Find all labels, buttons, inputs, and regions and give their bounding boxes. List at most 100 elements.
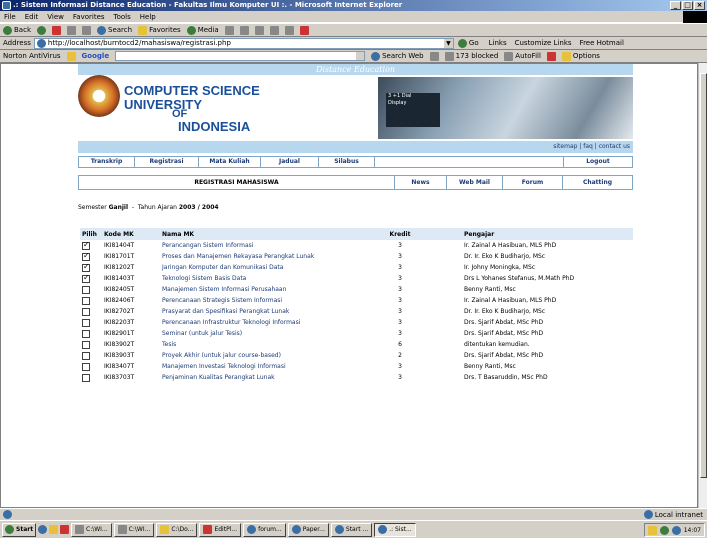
- discuss-icon[interactable]: [284, 25, 294, 35]
- menu-favorites[interactable]: Favorites: [73, 13, 105, 21]
- course-checkbox[interactable]: [82, 329, 90, 338]
- vertical-scrollbar[interactable]: [698, 63, 707, 508]
- mail-icon[interactable]: [239, 25, 249, 35]
- nav-mata-kuliah[interactable]: Mata Kuliah: [199, 157, 261, 167]
- google-logo[interactable]: Google: [82, 52, 110, 60]
- row-checkbox-cell: [80, 339, 102, 350]
- course-checkbox[interactable]: [82, 340, 90, 349]
- task-cmd-1[interactable]: C:\WI...: [71, 522, 112, 537]
- course-checkbox[interactable]: [82, 240, 90, 250]
- back-button[interactable]: Back: [3, 25, 31, 35]
- nav-registrasi[interactable]: Registrasi: [135, 157, 199, 167]
- menu-tools[interactable]: Tools: [114, 13, 131, 21]
- nav-logout[interactable]: Logout: [564, 157, 632, 167]
- security-zone: Local intranet: [643, 510, 703, 519]
- course-checkbox[interactable]: [82, 362, 90, 371]
- course-checkbox[interactable]: [82, 273, 90, 283]
- nav-news[interactable]: News: [395, 176, 447, 189]
- go-button[interactable]: Go: [457, 38, 479, 48]
- address-dropdown-icon[interactable]: ▼: [443, 38, 453, 48]
- media-button[interactable]: Media: [186, 25, 219, 35]
- scrollbar-thumb[interactable]: [700, 73, 707, 478]
- address-bar: Address http://localhost/burntocd2/mahas…: [0, 37, 707, 50]
- table-row: IKI81202T Jaringan Komputer dan Komunikas…: [80, 262, 633, 273]
- autofill-button[interactable]: AutoFill: [504, 51, 541, 61]
- task-folder[interactable]: C:\Do...: [156, 522, 198, 537]
- home-icon[interactable]: [82, 25, 91, 35]
- course-name: Perancangan Sistem Informasi: [162, 242, 254, 249]
- course-checkbox[interactable]: [82, 296, 90, 305]
- search-web-button[interactable]: Search Web: [371, 51, 424, 61]
- nav-web-mail[interactable]: Web Mail: [447, 176, 503, 189]
- course-credit: 3: [398, 264, 402, 271]
- menu-edit[interactable]: Edit: [25, 13, 39, 21]
- task-paper[interactable]: Paper...: [287, 522, 329, 537]
- edit-icon[interactable]: [269, 25, 279, 35]
- favorites-button[interactable]: Favorites: [138, 25, 181, 35]
- link-free-hotmail[interactable]: Free Hotmail: [580, 39, 624, 47]
- task-sist[interactable]: .: Sist...: [374, 522, 416, 537]
- favorites-icon: [138, 25, 148, 35]
- forward-arrow-icon[interactable]: [37, 25, 46, 35]
- address-input[interactable]: http://localhost/burntocd2/mahasiswa/reg…: [33, 37, 454, 49]
- course-credit: 3: [398, 319, 402, 326]
- course-checkbox[interactable]: [82, 262, 90, 272]
- task-editplus[interactable]: EditPl...: [199, 522, 242, 537]
- google-dropdown-icon[interactable]: [356, 52, 365, 60]
- options-button[interactable]: Options: [561, 51, 600, 61]
- google-search-input[interactable]: [115, 51, 366, 61]
- semester-separator: -: [131, 204, 135, 211]
- quicklaunch-ie-icon[interactable]: [38, 525, 47, 534]
- options-label: Options: [572, 52, 600, 60]
- links-label[interactable]: Links: [489, 39, 507, 47]
- table-row: IKI81701T Proses dan Manajemen Rekayasa P…: [80, 251, 633, 262]
- course-checkbox[interactable]: [82, 285, 90, 294]
- menu-help[interactable]: Help: [140, 13, 156, 21]
- highlight-icon[interactable]: [546, 51, 556, 61]
- refresh-icon[interactable]: [67, 25, 76, 35]
- course-checkbox[interactable]: [82, 251, 90, 261]
- col-pilih: Pilih: [82, 230, 97, 238]
- course-checkbox[interactable]: [82, 318, 90, 327]
- main-navigation: Transkrip Registrasi Mata Kuliah Jadual …: [78, 156, 633, 168]
- history-icon[interactable]: [224, 25, 234, 35]
- tray-icon-1[interactable]: [647, 525, 657, 535]
- print-icon[interactable]: [254, 25, 264, 35]
- nav-transkrip[interactable]: Transkrip: [79, 157, 135, 167]
- pagerank-icon[interactable]: [429, 51, 439, 61]
- link-customize-links[interactable]: Customize Links: [515, 39, 572, 47]
- norton-icon[interactable]: [66, 51, 76, 61]
- task-forum[interactable]: forum...: [243, 522, 286, 537]
- task-cmd-2[interactable]: C:\WI...: [113, 522, 155, 537]
- minimize-button[interactable]: _: [670, 1, 681, 10]
- search-button[interactable]: Search: [97, 25, 132, 35]
- utility-links[interactable]: sitemap | faq | contact us: [78, 141, 633, 153]
- messenger-icon[interactable]: [299, 25, 309, 35]
- quicklaunch-folder-icon[interactable]: [49, 525, 58, 534]
- menu-view[interactable]: View: [47, 13, 64, 21]
- row-checkbox-cell: [80, 350, 102, 361]
- quicklaunch-app-icon[interactable]: [60, 525, 69, 534]
- address-url: http://localhost/burntocd2/mahasiswa/reg…: [47, 38, 231, 47]
- start-button[interactable]: Start: [2, 522, 36, 537]
- nav-forum[interactable]: Forum: [503, 176, 563, 189]
- popup-blocked-button[interactable]: 173 blocked: [444, 51, 498, 61]
- address-label: Address: [3, 39, 31, 47]
- editplus-icon: [203, 525, 213, 534]
- course-checkbox[interactable]: [82, 351, 90, 360]
- task-sist-label: .: Sist...: [389, 526, 412, 533]
- stop-icon[interactable]: [52, 25, 61, 35]
- nav-chatting[interactable]: Chatting: [563, 176, 632, 189]
- maximize-button[interactable]: □: [682, 1, 693, 10]
- norton-antivirus-button[interactable]: Norton AntiVirus: [3, 52, 61, 60]
- tray-icon-2[interactable]: [659, 525, 669, 535]
- nav-silabus[interactable]: Silabus: [319, 157, 375, 167]
- tray-icon-3[interactable]: [671, 525, 681, 535]
- task-start[interactable]: Start ...: [330, 522, 373, 537]
- secondary-navigation: REGISTRASI MAHASISWA News Web Mail Forum…: [78, 175, 633, 190]
- course-checkbox[interactable]: [82, 373, 90, 382]
- nav-jadual[interactable]: Jadual: [261, 157, 319, 167]
- menu-file[interactable]: File: [4, 13, 16, 21]
- close-button[interactable]: ×: [694, 1, 705, 10]
- course-checkbox[interactable]: [82, 307, 90, 316]
